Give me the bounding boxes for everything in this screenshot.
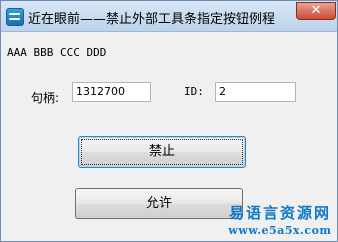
client-area: AAA BBB CCC DDD 句柄: 1312700 ID: 2 禁止 允许 … xyxy=(1,32,337,241)
title-bar[interactable]: 近在眼前——禁止外部工具条指定按钮例程 ✕ xyxy=(1,1,337,32)
app-window: 近在眼前——禁止外部工具条指定按钮例程 ✕ AAA BBB CCC DDD 句柄… xyxy=(0,0,338,242)
handle-label: 句柄: xyxy=(31,91,60,105)
watermark-title: 易语言资源网 xyxy=(228,204,331,222)
enable-button[interactable]: 允许 xyxy=(75,188,243,219)
close-icon: ✕ xyxy=(310,3,322,18)
text-line: AAA BBB CCC DDD xyxy=(7,46,107,59)
disable-button[interactable]: 禁止 xyxy=(78,136,246,168)
id-input[interactable]: 2 xyxy=(215,82,296,102)
id-label: ID: xyxy=(184,85,204,98)
app-icon xyxy=(6,8,24,26)
window-title: 近在眼前——禁止外部工具条指定按钮例程 xyxy=(28,12,276,27)
close-button[interactable]: ✕ xyxy=(296,2,336,20)
handle-input[interactable]: 1312700 xyxy=(72,82,151,102)
watermark: 易语言资源网 www.e5a5x.com xyxy=(223,203,337,238)
watermark-url: www.e5a5x.com xyxy=(228,224,332,237)
